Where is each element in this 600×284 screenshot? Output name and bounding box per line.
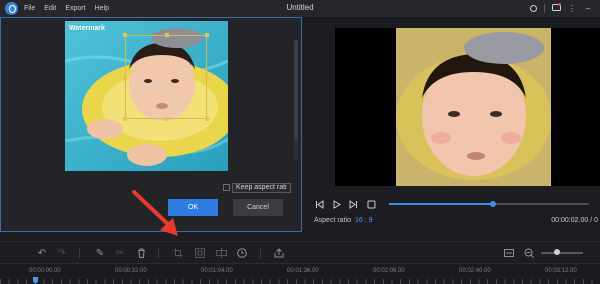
timeline-ruler[interactable]: 00:00:00.00 00:00:32.00 00:01:04.00 00:0… [0,263,600,284]
scrollbar-thumb[interactable] [294,40,298,140]
messages-icon[interactable] [548,1,564,15]
divider [158,248,159,258]
zoom-slider-knob[interactable] [554,249,560,255]
watermark-text: Watermark [69,25,105,32]
keep-aspect-checkbox[interactable] [223,184,230,191]
crop-handle[interactable] [205,117,209,121]
fit-timeline-icon[interactable] [502,246,516,260]
menu-edit[interactable]: Edit [44,5,56,12]
freeze-frame-icon[interactable] [193,246,207,260]
timeline-ticks [0,279,600,284]
timeline-tick-label: 00:00:00.00 [29,268,61,274]
next-frame-button[interactable] [348,199,358,209]
video-editor-window: File Edit Export Help Untitled ⋮ – Water… [0,0,600,284]
export-share-icon[interactable] [272,246,286,260]
preview-panel: Aspect ratio 16 : 9 00:00:02.00 / 0 [303,17,600,232]
menu-file[interactable]: File [24,5,35,12]
crop-icon[interactable] [171,246,185,260]
redo-icon[interactable]: ↷ [55,246,69,260]
duration-icon[interactable] [235,246,249,260]
menu-help[interactable]: Help [95,5,109,12]
zoom-out-icon[interactable] [522,246,536,260]
zoom-slider[interactable] [541,252,583,254]
progress-knob[interactable] [490,201,496,207]
crop-handle[interactable] [123,76,127,80]
crop-source-image: Watermark [65,21,228,171]
playback-progress[interactable] [389,201,589,207]
stop-button[interactable] [366,199,376,209]
playback-time: 00:00:02.00 / 0 [551,217,598,224]
divider [260,248,261,258]
aspect-ratio-value[interactable]: 16 : 9 [355,217,373,224]
divider [79,248,80,258]
crop-handle[interactable] [165,117,169,121]
scissors-icon[interactable]: ✂ [113,246,127,260]
split-icon[interactable] [214,246,228,260]
keep-aspect-label: Keep aspect rati [232,183,291,193]
timeline-tick-label: 00:00:32.00 [115,268,147,274]
progress-fill [389,203,493,205]
pencil-icon[interactable]: ✎ [93,246,107,260]
prev-frame-button[interactable] [314,199,324,209]
timeline-tick-label: 00:03:12.00 [545,268,577,274]
menu-export[interactable]: Export [65,5,85,12]
edit-toolbar: ↶ ↷ ✎ ✂ [0,241,600,263]
trash-icon[interactable] [134,246,148,260]
title-bar: File Edit Export Help Untitled ⋮ – [0,0,600,17]
crop-handle[interactable] [123,117,127,121]
crop-handle[interactable] [205,76,209,80]
crop-handle[interactable] [123,33,127,37]
more-icon[interactable]: ⋮ [564,1,580,15]
timeline-tick-label: 00:01:36.00 [287,268,319,274]
timeline-tick-label: 00:01:04.00 [201,268,233,274]
cancel-button[interactable]: Cancel [233,199,283,216]
crop-handle[interactable] [205,33,209,37]
aspect-ratio: Aspect ratio 16 : 9 [314,217,372,224]
aspect-ratio-label: Aspect ratio [314,217,351,224]
video-preview [335,28,600,186]
app-logo-icon [5,2,18,15]
undo-icon[interactable]: ↶ [35,246,49,260]
timeline-tick-label: 00:02:08.00 [373,268,405,274]
preview-frame-image [396,28,551,186]
timeline-tick-label: 00:02:40.00 [459,268,491,274]
play-button[interactable] [331,199,341,209]
window-controls: ⋮ – [525,1,596,15]
crop-handle[interactable] [165,33,169,37]
minimize-icon[interactable]: – [580,1,596,15]
annotation-arrow [132,190,178,236]
menu-bar: File Edit Export Help [24,5,118,12]
panel-scrollbar[interactable] [294,40,298,160]
crop-selection-box[interactable] [123,33,209,121]
divider [544,3,545,13]
user-icon[interactable] [525,1,541,15]
